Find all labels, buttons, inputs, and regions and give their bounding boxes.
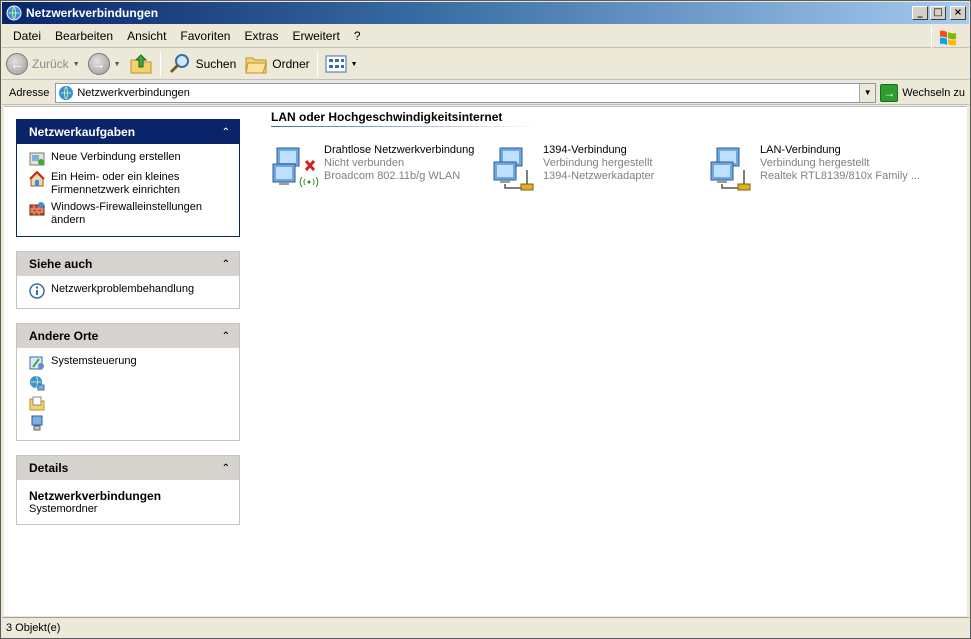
window-title: Netzwerkverbindungen: [26, 6, 159, 20]
windows-logo-icon: [931, 26, 963, 48]
back-button[interactable]: ← Zurück ▼: [2, 50, 84, 78]
details-header[interactable]: Details ⌃: [17, 456, 239, 480]
link-documents[interactable]: [29, 395, 229, 411]
network-tasks-panel: Netzwerkaufgaben ⌃ Neue Verbindung erste…: [16, 119, 240, 237]
task-pane: Netzwerkaufgaben ⌃ Neue Verbindung erste…: [16, 119, 240, 539]
see-also-header[interactable]: Siehe auch ⌃: [17, 252, 239, 276]
link-control-panel[interactable]: Systemsteuerung: [29, 355, 229, 371]
network-connections-icon: [6, 5, 22, 21]
address-bar: Adresse Netzwerkverbindungen ▼ → Wechsel…: [2, 81, 969, 105]
details-panel: Details ⌃ Netzwerkverbindungen Systemord…: [16, 455, 240, 525]
see-also-panel: Siehe auch ⌃ Netzwerkproblembehandlung: [16, 251, 240, 309]
minimize-button[interactable]: _: [912, 6, 928, 20]
documents-icon: [29, 396, 45, 411]
folder-icon: [245, 57, 267, 74]
lan-connection-icon: [710, 147, 751, 191]
maximize-button[interactable]: □: [930, 6, 946, 20]
menu-ansicht[interactable]: Ansicht: [120, 29, 173, 43]
content-area: Netzwerkaufgaben ⌃ Neue Verbindung erste…: [4, 106, 967, 616]
connection-status: Verbindung hergestellt: [543, 157, 653, 169]
wireless-connection-icon: [272, 147, 319, 188]
toolbar-separator: [159, 52, 161, 76]
connection-status: Verbindung hergestellt: [760, 157, 870, 169]
go-arrow-icon: →: [880, 83, 899, 102]
connection-item-wireless[interactable]: Drahtlose Netzwerkverbindung Nicht verbu…: [271, 144, 474, 192]
main-pane: LAN oder Hochgeschwindigkeitsinternet Dr…: [256, 107, 967, 616]
views-button[interactable]: ▼: [321, 50, 362, 78]
toolbar: ← Zurück ▼ → ▼ Suchen Ordner ▼: [2, 49, 969, 80]
other-places-header[interactable]: Andere Orte ⌃: [17, 324, 239, 348]
forward-arrow-icon: →: [87, 53, 110, 75]
task-home-network[interactable]: Ein Heim- oder ein kleines Firmennetzwer…: [29, 171, 229, 197]
up-folder-button[interactable]: [125, 50, 157, 78]
network-places-icon: [30, 375, 45, 391]
other-places-panel: Andere Orte ⌃ Systemsteuerung: [16, 323, 240, 441]
task-firewall[interactable]: Windows-Firewalleinstellungen ändern: [29, 201, 229, 227]
computer-icon: [31, 415, 43, 431]
1394-connection-icon: [493, 147, 534, 191]
address-input[interactable]: Netzwerkverbindungen ▼: [55, 82, 877, 103]
network-connections-icon: [59, 85, 74, 100]
menu-bearbeiten[interactable]: Bearbeiten: [48, 29, 120, 43]
firewall-icon: [29, 202, 45, 216]
menu-erweitert[interactable]: Erweitert: [285, 29, 346, 43]
status-bar: 3 Objekt(e): [2, 617, 969, 637]
menu-bar: Datei Bearbeiten Ansicht Favoriten Extra…: [2, 25, 969, 48]
explorer-window: Netzwerkverbindungen _ □ × Datei Bearbei…: [0, 0, 971, 639]
connection-item-lan[interactable]: LAN-Verbindung Verbindung hergestellt Re…: [707, 144, 920, 192]
collapse-chevron-icon[interactable]: ⌃: [222, 331, 230, 342]
connection-device: 1394-Netzwerkadapter: [543, 170, 655, 182]
details-name: Netzwerkverbindungen: [29, 489, 162, 503]
title-bar[interactable]: Netzwerkverbindungen _ □ ×: [2, 2, 969, 24]
network-tasks-header[interactable]: Netzwerkaufgaben ⌃: [17, 120, 239, 144]
close-button[interactable]: ×: [950, 6, 966, 20]
address-label: Adresse: [9, 86, 50, 99]
link-network-troubleshooter[interactable]: Netzwerkproblembehandlung: [29, 283, 229, 299]
new-connection-icon: [29, 152, 45, 166]
task-new-connection[interactable]: Neue Verbindung erstellen: [29, 151, 229, 167]
views-icon: [325, 55, 347, 73]
menu-help[interactable]: ?: [347, 29, 368, 43]
address-value: Netzwerkverbindungen: [77, 86, 190, 99]
search-button[interactable]: Suchen: [164, 50, 241, 78]
link-network-places[interactable]: [29, 375, 229, 391]
connection-device: Realtek RTL8139/810x Family ...: [760, 170, 920, 182]
collapse-chevron-icon[interactable]: ⌃: [222, 127, 230, 138]
chevron-down-icon: ▼: [350, 60, 358, 68]
search-icon: [169, 54, 189, 74]
menu-favoriten[interactable]: Favoriten: [173, 29, 237, 43]
connection-name: LAN-Verbindung: [760, 144, 841, 156]
connection-name: Drahtlose Netzwerkverbindung: [324, 144, 475, 156]
details-type: Systemordner: [29, 503, 98, 515]
folder-up-icon: [130, 54, 152, 74]
forward-button[interactable]: → ▼: [84, 50, 125, 78]
chevron-down-icon: ▼: [72, 60, 80, 68]
collapse-chevron-icon[interactable]: ⌃: [222, 463, 230, 474]
back-arrow-icon: ←: [6, 53, 28, 75]
toolbar-separator: [316, 52, 318, 76]
chevron-down-icon: ▼: [113, 60, 121, 68]
status-text: 3 Objekt(e): [6, 621, 61, 634]
go-button[interactable]: → Wechseln zu: [880, 83, 965, 102]
address-dropdown-button[interactable]: ▼: [859, 83, 876, 102]
control-panel-icon: [29, 356, 44, 370]
menu-datei[interactable]: Datei: [2, 29, 48, 43]
connection-device: Broadcom 802.11b/g WLAN: [324, 170, 461, 182]
connection-item-1394[interactable]: 1394-Verbindung Verbindung hergestellt 1…: [490, 144, 654, 192]
connection-name: 1394-Verbindung: [543, 144, 627, 156]
home-network-icon: [29, 171, 45, 187]
group-header: LAN oder Hochgeschwindigkeitsinternet: [271, 110, 539, 127]
folders-button[interactable]: Ordner: [240, 50, 313, 78]
info-icon: [29, 283, 45, 299]
link-computer[interactable]: [29, 415, 229, 431]
connection-status: Nicht verbunden: [324, 157, 405, 169]
collapse-chevron-icon[interactable]: ⌃: [222, 259, 230, 270]
menu-extras[interactable]: Extras: [237, 29, 285, 43]
